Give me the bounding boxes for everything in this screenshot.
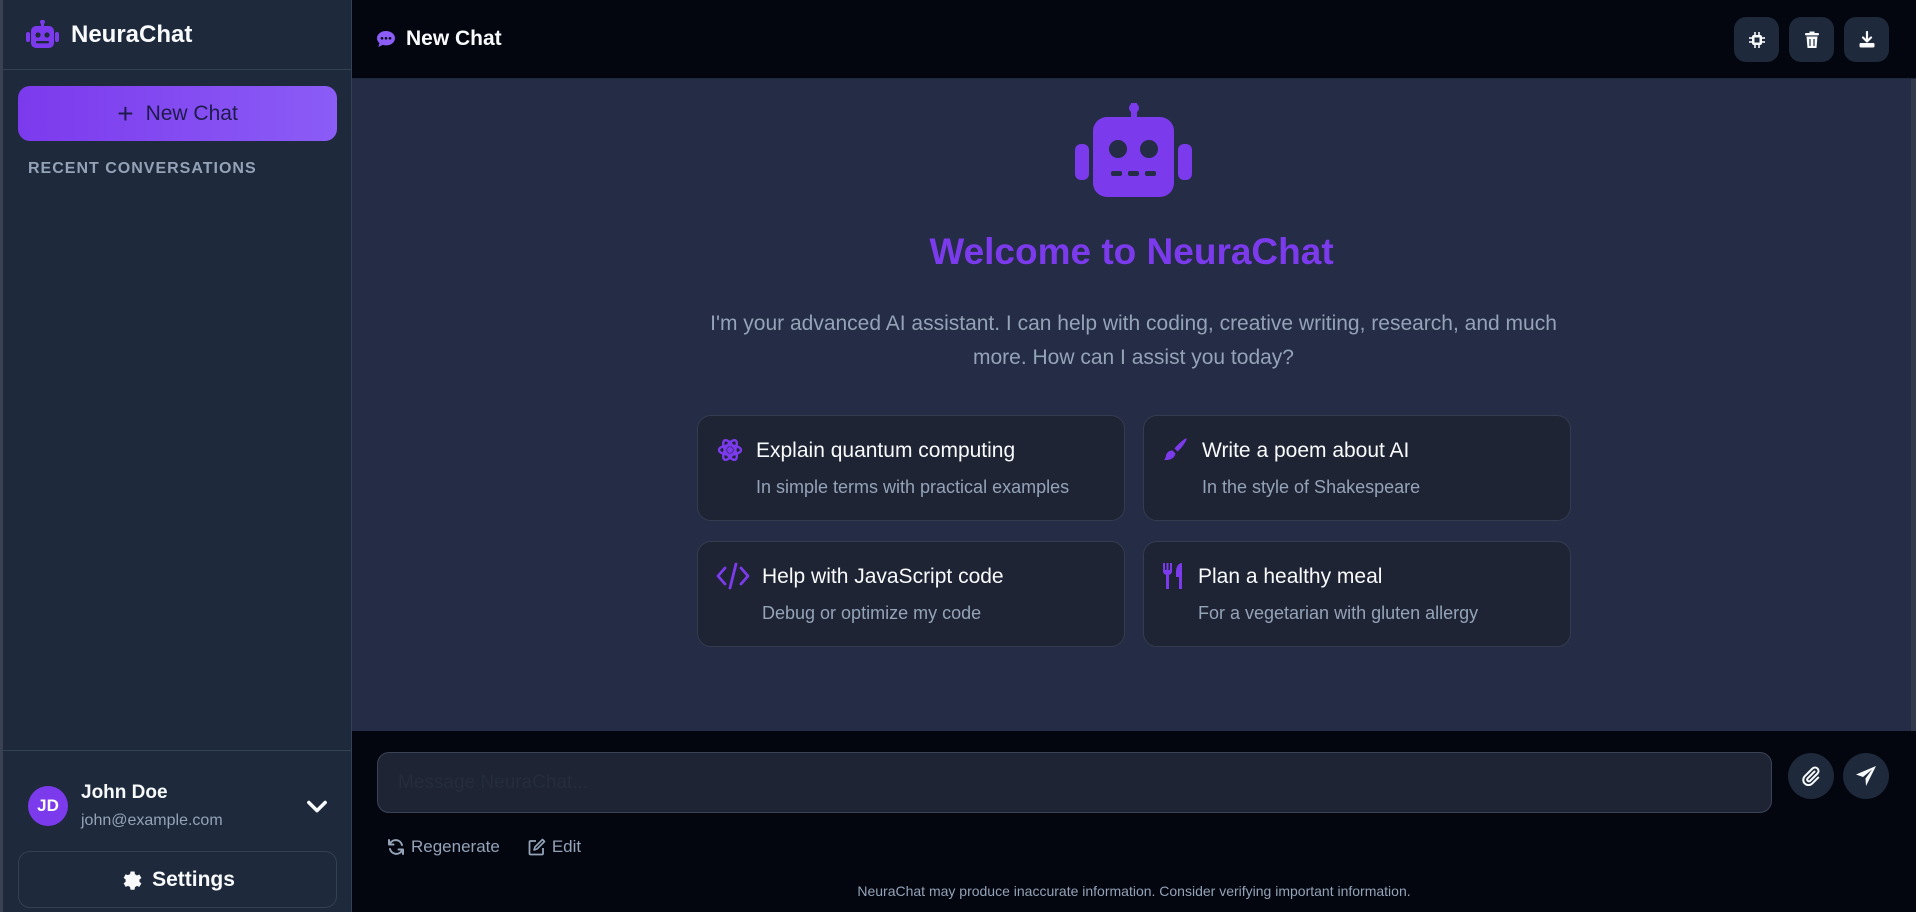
code-icon — [716, 562, 750, 590]
disclaimer: NeuraChat may produce inaccurate informa… — [857, 883, 1411, 899]
avatar: JD — [28, 786, 68, 826]
user-area: JD John Doe john@example.com Settings — [3, 750, 351, 912]
welcome-title: Welcome to NeuraChat — [929, 231, 1334, 272]
message-tools: Regenerate Edit — [387, 837, 581, 857]
composer: Regenerate Edit NeuraChat may produce in… — [352, 731, 1916, 912]
app-name: NeuraChat — [71, 20, 193, 48]
regenerate-label: Regenerate — [411, 837, 500, 856]
attach-button[interactable] — [1788, 753, 1834, 799]
send-button[interactable] — [1843, 753, 1889, 799]
message-input[interactable] — [377, 752, 1772, 813]
suggestion-subtitle: In simple terms with practical examples — [756, 477, 1070, 497]
top-bar: New Chat — [352, 0, 1916, 79]
user-profile[interactable]: JD John Doe john@example.com — [28, 779, 331, 833]
suggestion-card[interactable]: Help with JavaScript code Debug or optim… — [697, 541, 1125, 647]
robot-icon — [1075, 103, 1192, 197]
regenerate-button[interactable]: Regenerate — [387, 837, 500, 857]
page-title: New Chat — [406, 27, 502, 50]
user-info: John Doe john@example.com — [81, 782, 303, 830]
brand: NeuraChat — [3, 0, 351, 70]
brush-icon — [1164, 438, 1187, 461]
user-email: john@example.com — [81, 812, 223, 829]
chip-icon — [1748, 31, 1765, 48]
new-chat-button[interactable]: + New Chat — [18, 86, 337, 141]
edit-icon — [528, 838, 546, 856]
trash-icon — [1804, 31, 1819, 48]
edit-button[interactable]: Edit — [528, 837, 581, 857]
suggestion-subtitle: In the style of Shakespeare — [1202, 477, 1421, 497]
refresh-icon — [388, 839, 404, 855]
paperclip-icon — [1802, 766, 1820, 786]
sidebar: NeuraChat + New Chat RECENT CONVERSATION… — [0, 0, 352, 912]
suggestion-subtitle: For a vegetarian with gluten allergy — [1198, 603, 1479, 623]
settings-label: Settings — [152, 867, 235, 891]
suggestion-title: Plan a healthy meal — [1198, 565, 1383, 588]
gear-icon — [123, 870, 142, 890]
clear-chat-button[interactable] — [1789, 17, 1834, 62]
suggestion-card[interactable]: Plan a healthy meal For a vegetarian wit… — [1143, 541, 1571, 647]
settings-button[interactable]: Settings — [18, 851, 337, 908]
utensils-icon — [1163, 563, 1182, 589]
chat-bubble-icon — [377, 31, 395, 47]
suggestion-card[interactable]: Explain quantum computing In simple term… — [697, 415, 1125, 521]
new-chat-label: New Chat — [145, 101, 238, 125]
plus-icon: + — [117, 97, 134, 129]
main-panel: New Chat Welcome to NeuraChat I'm your a… — [352, 0, 1916, 912]
suggestion-subtitle: Debug or optimize my code — [762, 603, 982, 623]
edit-label: Edit — [551, 837, 582, 856]
suggestion-title: Explain quantum computing — [756, 439, 1016, 462]
send-icon — [1856, 766, 1876, 786]
download-icon — [1859, 30, 1874, 47]
welcome-intro: I'm your advanced AI assistant. I can he… — [710, 312, 1557, 369]
atom-icon — [717, 438, 743, 461]
export-button[interactable] — [1844, 17, 1889, 62]
user-name: John Doe — [81, 782, 168, 803]
suggestion-title: Write a poem about AI — [1202, 439, 1410, 462]
suggestion-title: Help with JavaScript code — [762, 565, 1004, 588]
header-actions — [1734, 17, 1889, 62]
chevron-down-icon[interactable] — [303, 792, 331, 820]
model-button[interactable] — [1734, 17, 1779, 62]
suggestion-card[interactable]: Write a poem about AI In the style of Sh… — [1143, 415, 1571, 521]
recent-conversations-heading: RECENT CONVERSATIONS — [28, 160, 257, 177]
chat-area: Welcome to NeuraChat I'm your advanced A… — [352, 79, 1916, 731]
robot-logo-icon — [26, 19, 59, 48]
